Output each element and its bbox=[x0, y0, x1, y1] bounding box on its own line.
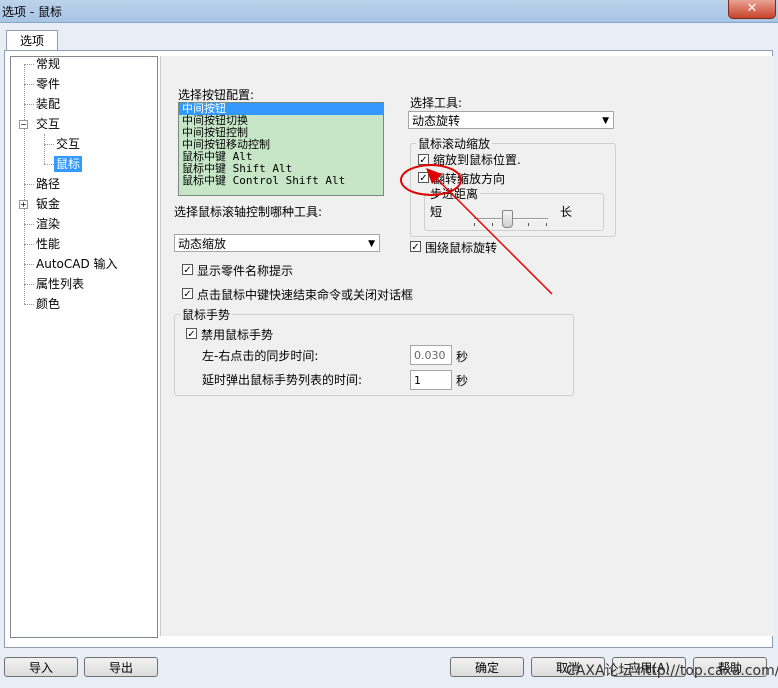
tree-connector bbox=[24, 64, 34, 65]
arrow-shaft bbox=[431, 173, 553, 295]
tree-connector bbox=[24, 84, 34, 85]
wheel-tool-label: 选择鼠标滚轴控制哪种工具: bbox=[174, 205, 323, 219]
sync-time-input[interactable]: 0.030 bbox=[410, 345, 452, 365]
tree-connector bbox=[24, 244, 34, 245]
gestures-group-label: 鼠标手势 bbox=[180, 306, 233, 323]
show-part-name-label: 显示零件名称提示 bbox=[197, 264, 294, 278]
tree-item-sheetmetal[interactable]: 钣金 bbox=[36, 196, 60, 212]
close-button[interactable]: ✕ bbox=[728, 0, 776, 19]
collapse-icon[interactable]: − bbox=[19, 120, 28, 129]
middle-click-end-checkbox[interactable]: ✓ bbox=[182, 288, 193, 300]
tree-item-general[interactable]: 常规 bbox=[36, 56, 60, 72]
tool-select-value: 动态旋转 bbox=[412, 114, 461, 128]
tree-item-autocad-import[interactable]: AutoCAD 输入 bbox=[36, 256, 118, 272]
sync-time-label: 左-右点击的同步时间: bbox=[202, 349, 319, 363]
tree-item-part[interactable]: 零件 bbox=[36, 76, 60, 92]
show-part-name-checkbox[interactable]: ✓ bbox=[182, 264, 193, 276]
tree-connector bbox=[24, 224, 34, 225]
chevron-down-icon: ▼ bbox=[602, 116, 609, 126]
tool-select-label: 选择工具: bbox=[410, 96, 463, 110]
tree-item-color[interactable]: 颜色 bbox=[36, 296, 60, 312]
sync-time-unit: 秒 bbox=[456, 350, 469, 364]
annotation-arrow bbox=[426, 168, 553, 295]
options-tree[interactable] bbox=[10, 56, 158, 638]
list-item[interactable]: 鼠标中键 Control Shift Alt bbox=[179, 175, 383, 187]
wheel-tool-dropdown[interactable]: 动态缩放 ▼ bbox=[174, 234, 380, 252]
wheel-tool-value: 动态缩放 bbox=[178, 237, 227, 251]
tree-item-mouse[interactable]: 鼠标 bbox=[54, 156, 83, 172]
button-config-list[interactable]: 中间按钮 中间按钮切换 中间按钮控制 中间按钮移动控制 鼠标中键 Alt 鼠标中… bbox=[178, 102, 384, 196]
tree-item-property-list[interactable]: 属性列表 bbox=[36, 276, 84, 292]
tree-item-performance[interactable]: 性能 bbox=[36, 236, 60, 252]
tree-item-interaction-sub[interactable]: 交互 bbox=[56, 136, 80, 152]
delay-label: 延时弹出鼠标手势列表的时间: bbox=[202, 373, 363, 387]
expand-icon[interactable]: + bbox=[19, 200, 28, 209]
disable-gestures-checkbox[interactable]: ✓ bbox=[186, 328, 197, 340]
tree-connector bbox=[24, 104, 34, 105]
tree-connector bbox=[24, 184, 34, 185]
tree-item-path[interactable]: 路径 bbox=[36, 176, 60, 192]
tree-item-assembly[interactable]: 装配 bbox=[36, 96, 60, 112]
long-label: 长 bbox=[560, 205, 573, 219]
export-button[interactable]: 导出 bbox=[84, 657, 158, 677]
ok-button[interactable]: 确定 bbox=[450, 657, 524, 677]
window-title: 选项 - 鼠标 bbox=[2, 5, 62, 19]
delay-unit: 秒 bbox=[456, 374, 469, 388]
tree-item-render[interactable]: 渲染 bbox=[36, 216, 60, 232]
tree-connector bbox=[44, 144, 54, 145]
tool-select-dropdown[interactable]: 动态旋转 ▼ bbox=[408, 111, 614, 129]
import-button[interactable]: 导入 bbox=[4, 657, 78, 677]
scroll-zoom-group-label: 鼠标滚动缩放 bbox=[416, 135, 493, 152]
button-config-label: 选择按钮配置: bbox=[178, 88, 255, 102]
tree-connector bbox=[44, 134, 45, 164]
watermark-text: CAXA论坛 http://top.caxa.com/ bbox=[566, 663, 778, 679]
title-bar bbox=[0, 0, 778, 23]
tree-item-interaction[interactable]: 交互 bbox=[36, 116, 60, 132]
chevron-down-icon: ▼ bbox=[368, 239, 375, 249]
middle-click-end-label: 点击鼠标中键快速结束命令或关闭对话框 bbox=[197, 288, 414, 302]
delay-input[interactable]: 1 bbox=[410, 370, 452, 390]
tab-options[interactable]: 选项 bbox=[6, 30, 58, 51]
tree-connector bbox=[24, 264, 34, 265]
tree-connector bbox=[24, 284, 34, 285]
tree-connector bbox=[24, 304, 34, 305]
disable-gestures-label: 禁用鼠标手势 bbox=[201, 328, 274, 342]
tree-connector bbox=[44, 164, 54, 165]
close-icon: ✕ bbox=[746, 1, 758, 16]
